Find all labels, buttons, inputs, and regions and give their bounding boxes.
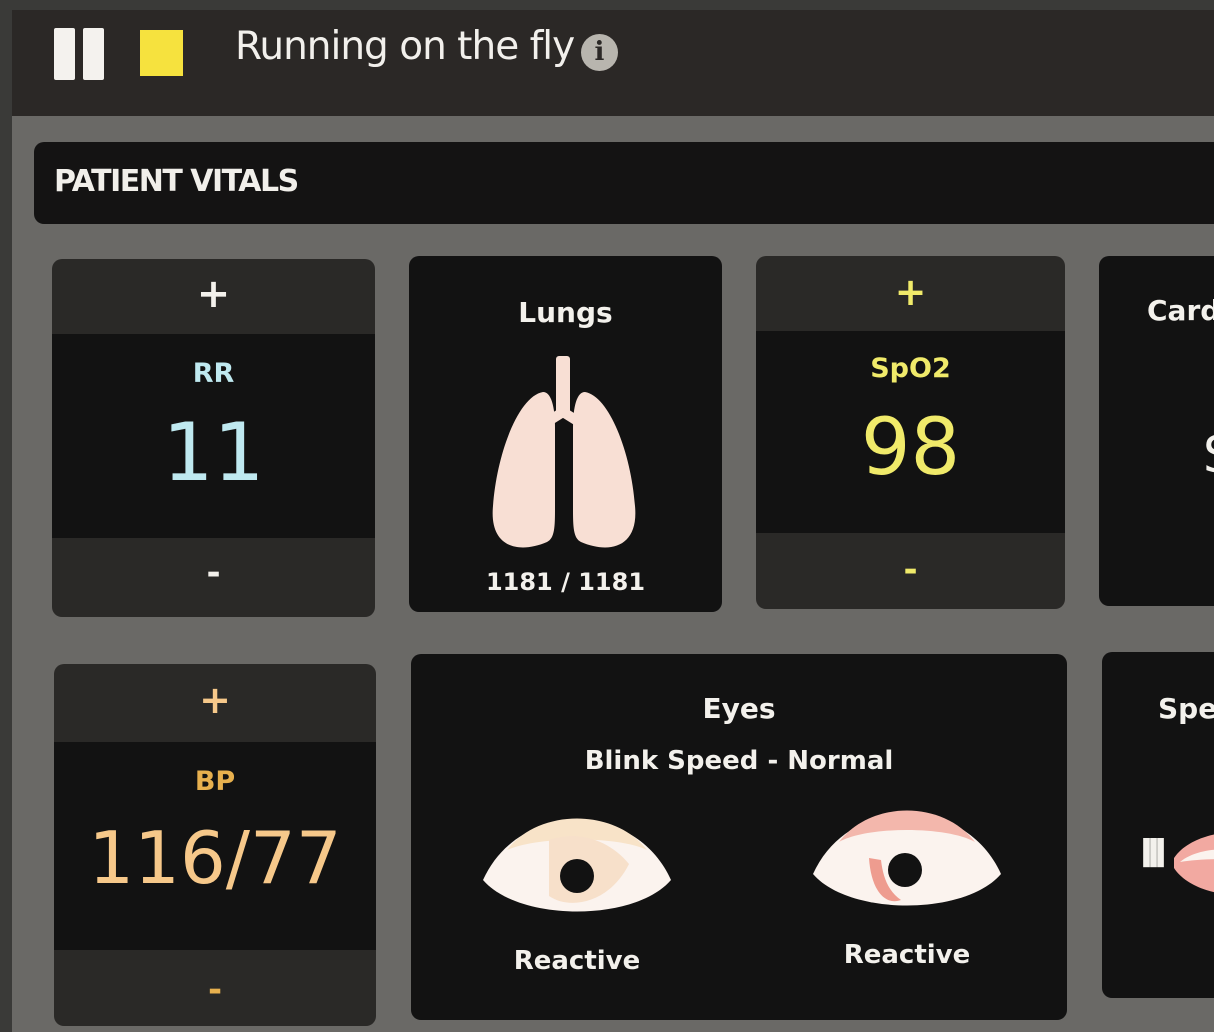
rr-decrease-button[interactable]: - bbox=[52, 553, 375, 593]
speech-waves-icon: lll bbox=[1140, 832, 1167, 876]
cardiac-label: Cardi bbox=[1147, 294, 1214, 327]
panel-header: PATIENT VITALS bbox=[34, 142, 1214, 224]
right-eye-icon bbox=[813, 810, 1001, 906]
eyes-card: Eyes Blink Speed - Normal Reactive React… bbox=[411, 654, 1067, 1020]
spo2-value: 98 bbox=[860, 403, 961, 493]
cardiac-card: Cardi S bbox=[1099, 256, 1214, 606]
pause-button[interactable] bbox=[54, 28, 104, 80]
stop-button[interactable] bbox=[140, 30, 183, 76]
mouth-icon bbox=[1174, 834, 1214, 893]
lungs-label: Lungs bbox=[518, 296, 613, 329]
spo2-increase-button[interactable]: + bbox=[756, 270, 1065, 314]
speech-label: Spee bbox=[1158, 692, 1214, 725]
monitor-screen: Running on the fly i PATIENT VITALS + RR… bbox=[12, 10, 1214, 1032]
rr-label: RR bbox=[192, 358, 235, 389]
lungs-card: Lungs 1181 / 1181 bbox=[409, 256, 722, 612]
rr-increase-button[interactable]: + bbox=[52, 271, 375, 317]
panel-title: PATIENT VITALS bbox=[54, 164, 299, 199]
scenario-title: Running on the fly bbox=[235, 24, 575, 69]
rr-value-band: RR 11 bbox=[52, 334, 375, 538]
speech-card: Spee lll bbox=[1102, 652, 1214, 998]
left-eye-icon bbox=[483, 818, 671, 912]
spo2-card: + SpO2 98 - bbox=[756, 256, 1065, 609]
spo2-decrease-button[interactable]: - bbox=[756, 550, 1065, 590]
bp-label: BP bbox=[194, 766, 236, 797]
spo2-label: SpO2 bbox=[870, 353, 951, 384]
rr-value: 11 bbox=[162, 406, 265, 499]
bp-card: + BP 116/77 - bbox=[54, 664, 376, 1026]
spo2-value-band: SpO2 98 bbox=[756, 331, 1065, 533]
info-icon[interactable]: i bbox=[581, 34, 618, 71]
top-bar: Running on the fly i bbox=[12, 10, 1214, 116]
lungs-count: 1181 / 1181 bbox=[485, 568, 646, 596]
patient-vitals-panel: PATIENT VITALS + RR 11 - Lungs 1181 / 11… bbox=[12, 116, 1214, 1032]
right-eye-status: Reactive bbox=[843, 940, 971, 970]
blink-speed-label: Blink Speed - Normal bbox=[584, 746, 894, 776]
pause-bar-icon bbox=[54, 28, 75, 80]
cardiac-value: S bbox=[1203, 426, 1214, 484]
bp-decrease-button[interactable]: - bbox=[54, 970, 376, 1010]
lungs-icon bbox=[492, 356, 636, 548]
bp-increase-button[interactable]: + bbox=[54, 678, 376, 722]
bp-value: 116/77 bbox=[88, 816, 342, 900]
left-eye-status: Reactive bbox=[513, 946, 641, 976]
eyes-label: Eyes bbox=[702, 692, 776, 725]
rr-card: + RR 11 - bbox=[52, 259, 375, 617]
pause-bar-icon bbox=[83, 28, 104, 80]
bp-value-band: BP 116/77 bbox=[54, 742, 376, 950]
